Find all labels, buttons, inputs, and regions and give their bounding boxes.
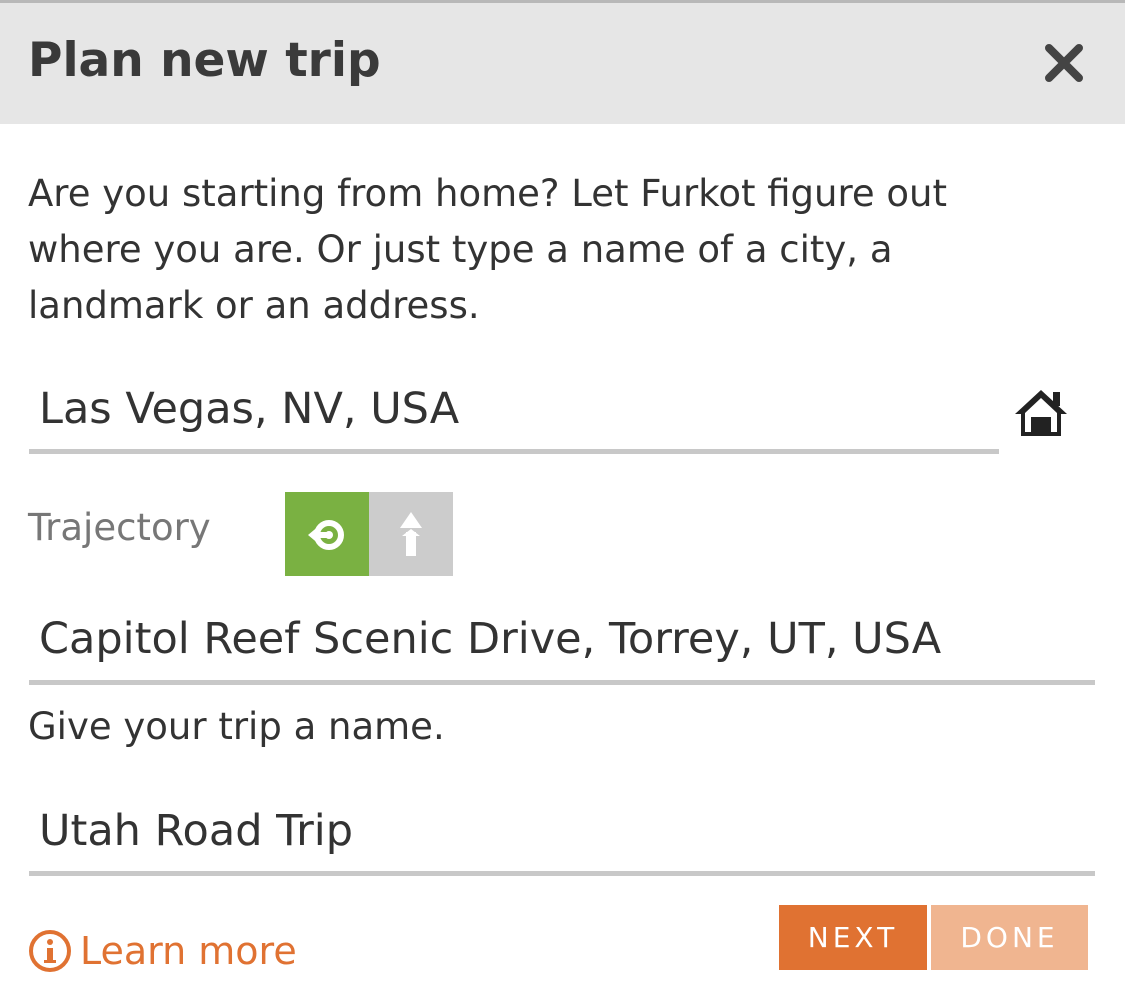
trip-name-underline: [29, 871, 1095, 876]
trip-name-input[interactable]: [29, 799, 1095, 863]
destination-input[interactable]: [29, 607, 1095, 671]
home-icon[interactable]: [1013, 387, 1069, 437]
dialog-header: Plan new trip: [0, 3, 1125, 124]
one-way-icon: [400, 512, 422, 556]
trajectory-label: Trajectory: [28, 506, 211, 549]
round-trip-icon: [308, 520, 344, 550]
start-location-underline: [29, 449, 999, 454]
plan-trip-dialog: Plan new trip Are you starting from home…: [0, 0, 1125, 986]
intro-text: Are you starting from home? Let Furkot f…: [28, 172, 947, 327]
destination-underline: [29, 680, 1095, 685]
info-icon: [29, 930, 71, 972]
next-button[interactable]: NEXT: [779, 905, 927, 970]
round-trip-toggle[interactable]: [285, 492, 369, 576]
done-button[interactable]: DONE: [931, 905, 1088, 970]
trip-name-prompt: Give your trip a name.: [28, 705, 445, 748]
one-way-toggle[interactable]: [369, 492, 453, 576]
learn-more-link[interactable]: Learn more: [28, 925, 297, 977]
dialog-title: Plan new trip: [28, 33, 381, 88]
close-icon[interactable]: [1040, 39, 1088, 87]
learn-more-label: Learn more: [80, 929, 297, 973]
start-location-input[interactable]: [29, 377, 999, 441]
